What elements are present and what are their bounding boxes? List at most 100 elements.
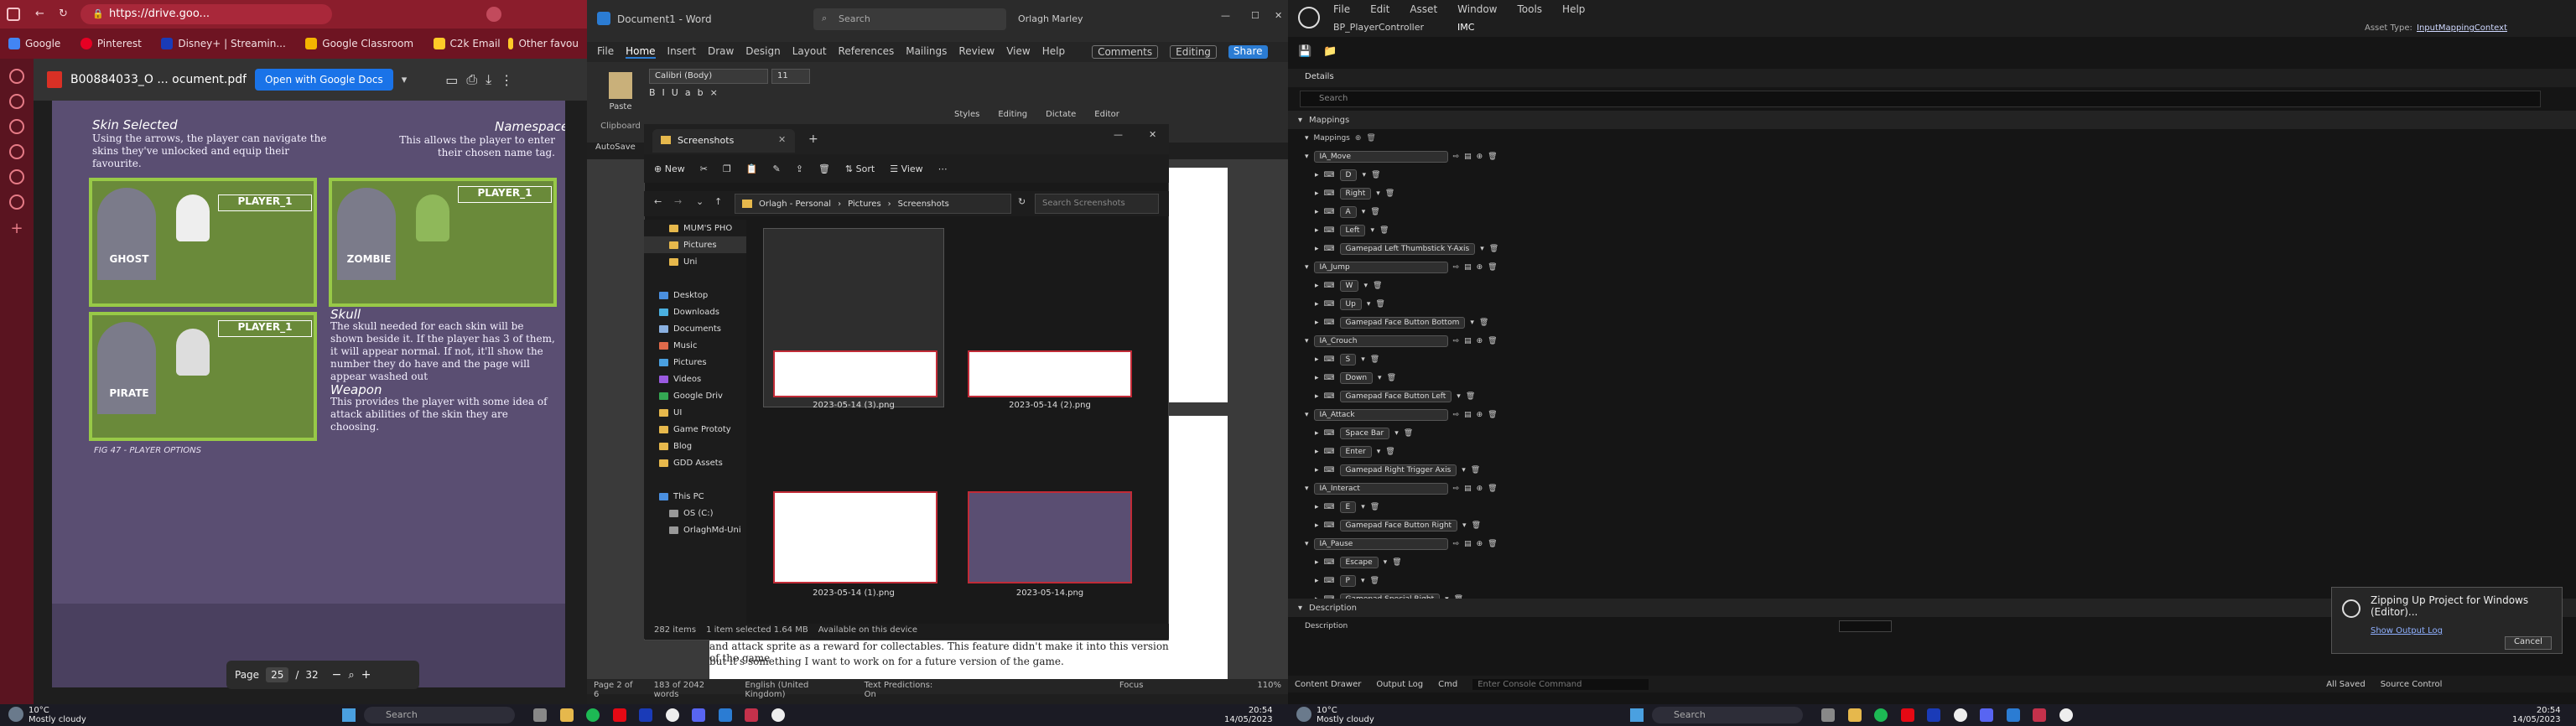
- chevron-down-icon[interactable]: ▾: [1362, 171, 1366, 179]
- nav-item[interactable]: Game Prototy: [644, 421, 746, 438]
- action-select[interactable]: IA_Attack: [1313, 409, 1448, 421]
- action-select[interactable]: IA_Interact: [1313, 483, 1448, 495]
- delete-icon[interactable]: 🗑: [1392, 558, 1401, 567]
- download-icon[interactable]: ⤓: [486, 71, 491, 88]
- nav-item[interactable]: This PC: [644, 488, 746, 505]
- tab-draw[interactable]: Draw: [708, 45, 734, 59]
- delete-icon[interactable]: 🗑: [1370, 577, 1379, 585]
- add-icon[interactable]: ⊕: [1477, 485, 1483, 493]
- sidebar-search-icon[interactable]: [9, 69, 24, 84]
- delete-icon[interactable]: 🗑: [1488, 337, 1497, 345]
- breadcrumb-item[interactable]: Screenshots: [898, 200, 949, 209]
- delete-icon[interactable]: 🗑: [1370, 503, 1379, 511]
- sidebar-add-icon[interactable]: +: [9, 220, 24, 237]
- source-control-button[interactable]: Source Control: [2381, 680, 2443, 689]
- font-size-select[interactable]: 11: [771, 69, 810, 84]
- task-view-icon[interactable]: [1821, 708, 1835, 722]
- task-view-icon[interactable]: [533, 708, 547, 722]
- paste-icon[interactable]: 📋: [746, 163, 758, 174]
- key-select[interactable]: Up: [1339, 298, 1362, 310]
- key-select[interactable]: Gamepad Face Button Right: [1339, 520, 1458, 532]
- nav-item[interactable]: Pictures: [644, 236, 746, 253]
- chevron-down-icon[interactable]: ▾: [1457, 392, 1461, 401]
- breadcrumb[interactable]: Orlagh - Personal › Pictures › Screenshots: [735, 194, 1011, 214]
- chevron-down-icon[interactable]: ▾: [402, 74, 408, 86]
- open-with-docs-button[interactable]: Open with Google Docs: [255, 69, 393, 91]
- browse-icon[interactable]: ⇨: [1453, 153, 1460, 161]
- key-select[interactable]: Right: [1339, 188, 1372, 200]
- nav-item[interactable]: MUM'S PHO: [644, 220, 746, 236]
- key-select[interactable]: A: [1339, 206, 1357, 218]
- key-select[interactable]: Space Bar: [1339, 428, 1390, 439]
- delete-icon[interactable]: 🗑: [1472, 521, 1481, 530]
- key-select[interactable]: Gamepad Face Button Left: [1339, 391, 1452, 402]
- nav-item[interactable]: Music: [644, 337, 746, 354]
- explorer-icon[interactable]: [559, 708, 574, 722]
- refresh-icon[interactable]: ↻: [59, 8, 68, 20]
- minimize-icon[interactable]: —: [1221, 10, 1230, 21]
- chevron-right-icon[interactable]: ▸: [1315, 466, 1319, 474]
- chevron-right-icon[interactable]: ▸: [1315, 448, 1319, 456]
- chrome-icon[interactable]: [1953, 708, 1967, 722]
- weather[interactable]: 10°C Mostly cloudy: [1317, 706, 1374, 724]
- tab-home[interactable]: Home: [626, 45, 656, 59]
- sidebar-office-icon[interactable]: [9, 169, 24, 184]
- tab-help[interactable]: Help: [1042, 45, 1065, 59]
- spotify-icon[interactable]: [1874, 708, 1888, 722]
- delete-icon[interactable]: 🗑: [818, 163, 830, 174]
- chevron-down-icon[interactable]: ▾: [1361, 503, 1365, 511]
- new-button[interactable]: ⊕ New: [654, 163, 685, 174]
- maximize-icon[interactable]: ☐: [1251, 10, 1259, 21]
- tab-layout[interactable]: Layout: [792, 45, 827, 59]
- sidebar-tools-icon[interactable]: [9, 119, 24, 134]
- chevron-right-icon[interactable]: ▸: [1315, 245, 1319, 253]
- nav-item[interactable]: Videos: [644, 371, 746, 387]
- language[interactable]: English (United Kingdom): [745, 681, 850, 699]
- chrome-icon[interactable]: [665, 708, 679, 722]
- key-select[interactable]: W: [1339, 280, 1359, 292]
- page-count[interactable]: Page 2 of 6: [594, 681, 641, 699]
- netflix-icon[interactable]: [1900, 708, 1914, 722]
- weather[interactable]: 10°C Mostly cloudy: [29, 706, 86, 724]
- folder-icon[interactable]: ▤: [1464, 153, 1472, 161]
- nav-item[interactable]: GDD Assets: [644, 454, 746, 471]
- breadcrumb-item[interactable]: Orlagh - Personal: [759, 200, 831, 209]
- folder-icon[interactable]: ▤: [1464, 540, 1472, 548]
- add-icon[interactable]: ⊕: [1477, 411, 1483, 419]
- nav-item[interactable]: Blog: [644, 438, 746, 454]
- key-select[interactable]: Gamepad Face Button Bottom: [1339, 317, 1466, 329]
- all-saved-status[interactable]: All Saved: [2326, 680, 2365, 689]
- menu-file[interactable]: File: [1333, 3, 1350, 15]
- autosave-toggle[interactable]: AutoSave: [595, 143, 636, 152]
- key-select[interactable]: Escape: [1339, 557, 1379, 568]
- key-select[interactable]: S: [1339, 354, 1357, 366]
- chevron-down-icon[interactable]: ▾: [1462, 466, 1466, 474]
- back-icon[interactable]: ←: [654, 196, 662, 207]
- explorer-icon[interactable]: [1847, 708, 1862, 722]
- disney-icon[interactable]: [639, 708, 652, 722]
- chevron-down-icon[interactable]: ▾: [1480, 245, 1484, 253]
- unreal-icon[interactable]: [2059, 708, 2073, 722]
- powerpoint-icon[interactable]: [2033, 708, 2046, 722]
- refresh-icon[interactable]: ↻: [1018, 196, 1026, 207]
- tab-actions-icon[interactable]: [7, 8, 20, 21]
- forward-icon[interactable]: →: [674, 196, 682, 207]
- focus-button[interactable]: Focus: [1119, 681, 1144, 692]
- nav-item[interactable]: Google Driv: [644, 387, 746, 404]
- key-select[interactable]: E: [1339, 501, 1357, 513]
- show-output-log-link[interactable]: Show Output Log: [2371, 626, 2443, 635]
- zoom-level[interactable]: 110%: [1257, 681, 1281, 692]
- delete-icon[interactable]: 🗑: [1471, 466, 1480, 474]
- bookmark-google[interactable]: Google: [0, 29, 69, 59]
- delete-icon[interactable]: 🗑: [1373, 282, 1382, 290]
- key-select[interactable]: Gamepad Right Trigger Axis: [1339, 464, 1457, 476]
- delete-icon[interactable]: 🗑: [1489, 245, 1498, 253]
- tab-file[interactable]: File: [597, 45, 614, 59]
- comment-icon[interactable]: ▭: [445, 72, 458, 88]
- profile-avatar[interactable]: [486, 7, 501, 22]
- mappings-section[interactable]: ▾ Mappings: [1288, 111, 2576, 129]
- chevron-down-icon[interactable]: ▾: [1378, 374, 1382, 382]
- tab-screenshots[interactable]: Screenshots ✕: [652, 129, 795, 153]
- paste-group[interactable]: Paste Clipboard: [595, 69, 646, 136]
- add-icon[interactable]: ⊕: [1477, 263, 1483, 272]
